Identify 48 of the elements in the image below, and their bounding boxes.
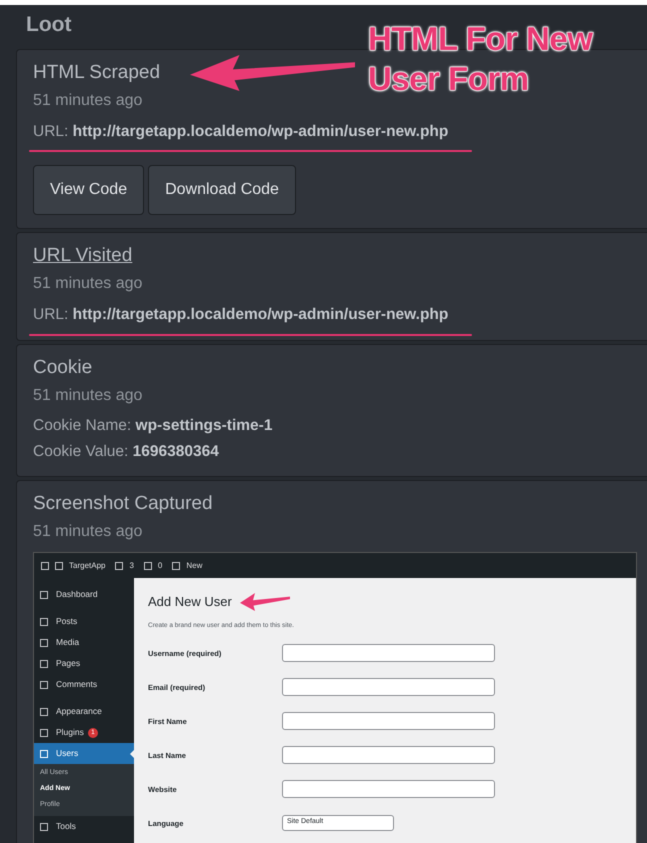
square-icon	[40, 680, 48, 689]
card-title: Screenshot Captured	[33, 493, 213, 516]
input-field[interactable]	[282, 712, 495, 730]
square-icon	[40, 822, 48, 831]
menu-item[interactable]: Posts	[34, 611, 134, 632]
timestamp: 51 minutes ago	[33, 274, 144, 294]
section-title: Loot	[26, 13, 72, 36]
square-icon	[55, 562, 63, 570]
menu-item[interactable]: Pages	[34, 653, 134, 674]
square-icon	[172, 562, 180, 570]
timestamp: 51 minutes ago	[33, 522, 144, 542]
menu-item[interactable]: Appearance	[34, 701, 134, 722]
code-button[interactable]: View Code	[33, 165, 144, 216]
admin-bar-item[interactable]: TargetApp	[69, 560, 106, 572]
input-field[interactable]	[282, 780, 495, 798]
input-field[interactable]	[282, 746, 495, 764]
title-link[interactable]: URL Visited	[33, 245, 132, 268]
card-title: HTML Scraped	[33, 62, 160, 85]
input-field[interactable]	[282, 644, 495, 662]
card-title: Cookie	[33, 356, 92, 380]
menu-item[interactable]: Dashboard	[34, 584, 134, 606]
menu-item[interactable]: Tools	[34, 816, 134, 838]
code-button[interactable]: Download Code	[148, 165, 296, 216]
field-text: Cookie Value: 1696380364	[33, 442, 220, 462]
square-icon	[40, 618, 48, 626]
menu-item[interactable]: Users	[34, 743, 134, 764]
square-icon	[40, 660, 48, 668]
menu-item[interactable]: Comments	[34, 674, 134, 696]
square-icon	[115, 562, 124, 570]
url-text: URL: http://targetapp.localdemo/wp-admin/user-new.php	[33, 120, 448, 144]
square-icon	[40, 708, 48, 716]
menu-item[interactable]: Media	[34, 632, 134, 654]
square-icon	[144, 562, 152, 570]
timestamp: 51 minutes ago	[33, 91, 144, 112]
admin-bar-item[interactable]: New	[186, 560, 202, 572]
pointer-icon	[130, 749, 135, 760]
square-icon	[40, 638, 48, 647]
url-text: URL: http://targetapp.localdemo/wp-admin/user-new.php	[33, 303, 448, 327]
annotation-text: HTML For New User Form	[368, 19, 594, 98]
square-icon	[40, 750, 48, 758]
square-icon	[40, 728, 48, 737]
page-heading: Add New User	[148, 593, 232, 612]
input-field[interactable]	[282, 678, 495, 696]
admin-bar-item[interactable]: 3	[129, 560, 134, 572]
field-text: Cookie Name: wp-settings-time-1	[33, 416, 274, 436]
timestamp: 51 minutes ago	[33, 386, 144, 406]
admin-bar-item[interactable]: 0	[158, 560, 162, 572]
square-icon	[40, 590, 48, 599]
